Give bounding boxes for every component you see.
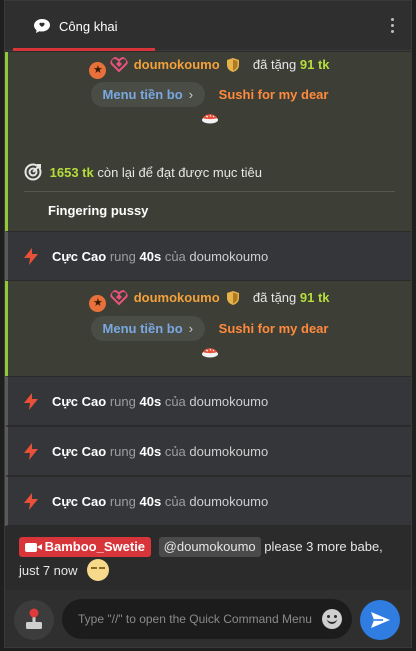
tip-menu-label: Menu tiền bo xyxy=(102,87,183,102)
vibration-verb: rung xyxy=(109,249,136,264)
vibration-message: Cực Cao rung 40s của doumokoumo xyxy=(5,376,411,426)
lightning-icon xyxy=(24,493,38,510)
tip-amount: 91 tk xyxy=(299,57,330,72)
vibration-verb: rung xyxy=(109,394,136,409)
tip-item-row: Menu tiền bo › Sushi for my dear xyxy=(8,82,411,107)
chat-bubble-icon xyxy=(34,19,50,33)
sweat-smile-emoji-icon xyxy=(87,559,110,581)
goal-progress-line: 1653 tk còn lại để đạt được mục tiêu xyxy=(24,163,262,181)
vibration-text: Cực Cao rung 40s của doumokoumo xyxy=(52,394,268,409)
star-badge-icon: ★ xyxy=(89,62,107,79)
vibration-duration: 40s xyxy=(139,494,162,509)
tipper-username[interactable]: doumokoumo xyxy=(134,57,220,72)
diamond-heart-icon xyxy=(110,289,129,306)
vibration-of: của xyxy=(164,444,186,459)
goal-remaining-amount: 1653 tk xyxy=(49,165,94,180)
tip-item-icon-row xyxy=(8,344,411,361)
joystick-button[interactable] xyxy=(14,600,54,640)
joystick-icon xyxy=(26,608,42,629)
tab-public[interactable]: Công khai xyxy=(13,1,155,51)
tip-menu-button[interactable]: Menu tiền bo › xyxy=(90,316,206,341)
tip-item-icon-row xyxy=(8,110,411,127)
diamond-heart-icon xyxy=(110,56,129,73)
vibration-of: của xyxy=(164,394,186,409)
vibration-level: Cực Cao xyxy=(52,494,107,509)
lightning-icon xyxy=(24,443,38,460)
tip-menu-label: Menu tiền bo xyxy=(102,321,183,336)
goal-remaining-text: còn lại để đạt được mục tiêu xyxy=(97,165,262,180)
lightning-icon xyxy=(24,393,38,410)
active-tab-indicator xyxy=(13,48,155,51)
tip-menu-button[interactable]: Menu tiền bo › xyxy=(90,82,206,107)
vibration-user[interactable]: doumokoumo xyxy=(189,444,268,459)
lightning-icon xyxy=(24,248,38,265)
tip-action: đã tặng xyxy=(252,57,297,72)
send-icon xyxy=(371,612,390,628)
vibration-level: Cực Cao xyxy=(52,394,107,409)
tip-item-name: Sushi for my dear xyxy=(218,321,329,336)
vibration-duration: 40s xyxy=(139,394,162,409)
vibration-of: của xyxy=(164,249,186,264)
tip-header: ★ doumokoumo đã tặng 91 tk xyxy=(8,56,411,79)
tip-amount: 91 tk xyxy=(299,290,330,305)
send-button[interactable] xyxy=(360,600,400,640)
sender-badge[interactable]: Bamboo_Swetie xyxy=(19,537,152,557)
tip-message: ★ doumokoumo đã tặng 91 tk Menu tiền bo ›… xyxy=(5,281,411,376)
sushi-icon xyxy=(201,348,218,358)
vibration-level: Cực Cao xyxy=(52,249,107,264)
goal-message: 1653 tk còn lại để đạt được mục tiêu Fin… xyxy=(5,143,411,231)
vibration-text: Cực Cao rung 40s của doumokoumo xyxy=(52,249,268,264)
vibration-user[interactable]: doumokoumo xyxy=(189,394,268,409)
vibration-level: Cực Cao xyxy=(52,444,107,459)
mention-tag[interactable]: @doumokoumo xyxy=(158,537,261,557)
target-icon xyxy=(24,163,42,181)
divider xyxy=(24,191,395,192)
vibration-user[interactable]: doumokoumo xyxy=(189,494,268,509)
sender-username: Bamboo_Swetie xyxy=(44,539,146,554)
emoji-picker-icon[interactable] xyxy=(322,609,342,629)
shield-icon xyxy=(227,58,240,72)
sushi-icon xyxy=(201,114,218,124)
message-input-wrapper xyxy=(62,599,352,639)
chat-panel: Công khai ★ doumokoumo đã tặng 91 tk Men… xyxy=(4,0,412,648)
message-composer xyxy=(5,590,411,647)
vibration-text: Cực Cao rung 40s của doumokoumo xyxy=(52,444,268,459)
vibration-text: Cực Cao rung 40s của doumokoumo xyxy=(52,494,268,509)
tipper-username[interactable]: doumokoumo xyxy=(134,290,220,305)
vibration-verb: rung xyxy=(109,444,136,459)
goal-title: Fingering pussy xyxy=(48,203,149,218)
chat-message: Bamboo_Swetie @doumokoumo please 3 more … xyxy=(5,531,411,589)
vibration-message: Cực Cao rung 40s của doumokoumo xyxy=(5,476,411,526)
tip-message: ★ doumokoumo đã tặng 91 tk Menu tiền bo ›… xyxy=(5,52,411,143)
vibration-message: Cực Cao rung 40s của doumokoumo xyxy=(5,231,411,281)
vibration-duration: 40s xyxy=(139,249,162,264)
chevron-right-icon: › xyxy=(188,321,194,336)
camera-icon xyxy=(25,543,42,552)
tip-item-name: Sushi for my dear xyxy=(218,87,329,102)
message-input[interactable] xyxy=(78,599,312,639)
vibration-message: Cực Cao rung 40s của doumokoumo xyxy=(5,426,411,476)
more-options-icon[interactable] xyxy=(387,16,397,36)
vibration-user[interactable]: doumokoumo xyxy=(189,249,268,264)
star-badge-icon: ★ xyxy=(89,295,107,312)
message-list: ★ doumokoumo đã tặng 91 tk Menu tiền bo ›… xyxy=(5,52,411,526)
tip-action: đã tặng xyxy=(252,290,297,305)
vibration-duration: 40s xyxy=(139,444,162,459)
vibration-verb: rung xyxy=(109,494,136,509)
tip-item-row: Menu tiền bo › Sushi for my dear xyxy=(8,316,411,341)
tip-header: ★ doumokoumo đã tặng 91 tk xyxy=(8,289,411,312)
shield-icon xyxy=(227,291,240,305)
vibration-of: của xyxy=(164,494,186,509)
chat-header: Công khai xyxy=(5,1,411,51)
chevron-right-icon: › xyxy=(188,87,194,102)
tab-label: Công khai xyxy=(59,19,118,34)
